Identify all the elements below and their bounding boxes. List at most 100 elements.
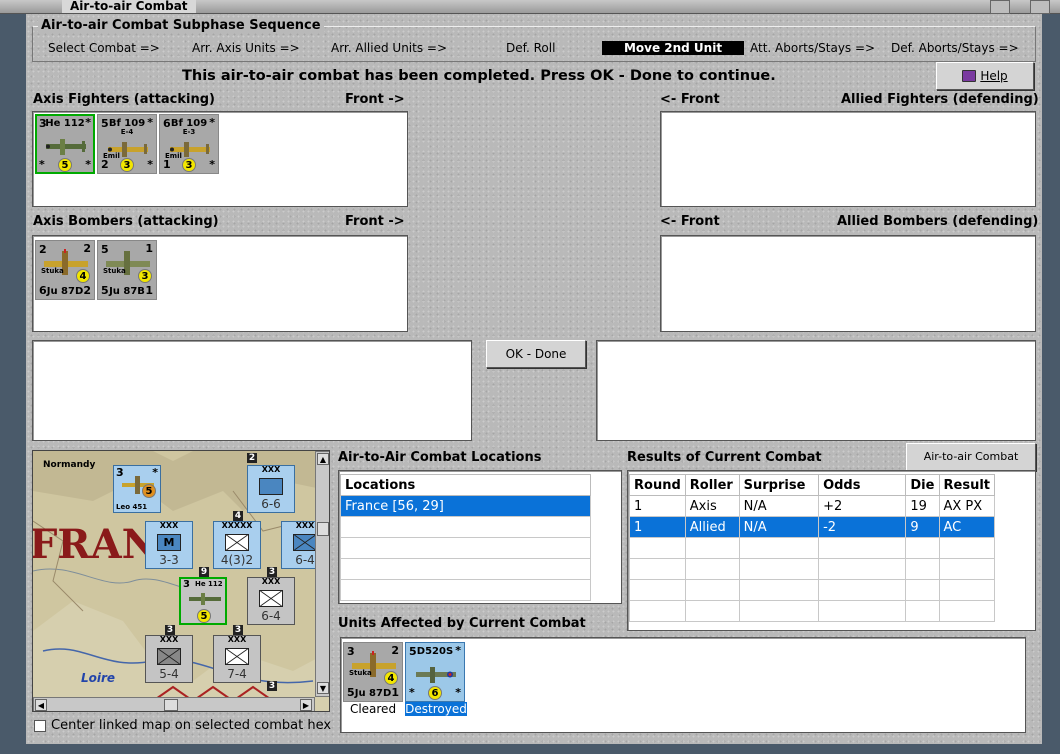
- map-unit-size: XXXXX: [221, 521, 253, 530]
- location-cell: France [56, 29]: [340, 495, 591, 517]
- allied-fighters-front: <- Front: [660, 92, 720, 107]
- location-row-empty[interactable]: [340, 516, 591, 538]
- counter-bf109-e3[interactable]: 6 Bf 109 * E-3 Emil 1 3 *: [159, 114, 219, 174]
- stack-count: 2: [247, 453, 257, 463]
- center-map-checkbox[interactable]: [34, 720, 46, 732]
- seq-step-move-2nd-unit: Move 2nd Unit: [602, 41, 744, 55]
- scroll-down-icon[interactable]: ▼: [317, 682, 329, 694]
- counter-ju87d-br: 2: [83, 284, 91, 297]
- counter-ju87b[interactable]: 5 1 Stuka 3 5 Ju 87B 1: [97, 240, 157, 300]
- map-unit-strength: 6-4: [261, 609, 281, 623]
- map-unit-strength: 5-4: [159, 667, 179, 681]
- help-button-label: Help: [980, 69, 1008, 83]
- stack-count: 3: [165, 625, 175, 635]
- map-unit-size: XXX: [261, 465, 281, 474]
- window: Air-to-air Combat Air-to-air Combat Subp…: [0, 0, 1060, 754]
- close-button[interactable]: [1030, 0, 1050, 14]
- map-unit-georges[interactable]: XXXXX 4(3)2: [213, 521, 261, 569]
- axis-bombers-box[interactable]: 2 2 Stuka 4 6 Ju 87D 2 5 1 Stuka 3 5 Ju …: [32, 235, 408, 332]
- seq-step-arr-axis: Arr. Axis Units =>: [192, 41, 300, 55]
- results-row[interactable]: 1 Allied N/A -2 9 AC: [629, 516, 995, 538]
- cell-result: AX PX: [938, 495, 995, 517]
- col-round: Round: [629, 474, 686, 496]
- map-unit-strength: 4(3)2: [220, 553, 254, 567]
- axis-fighters-box[interactable]: 3 He 112 * * 5 * 5 Bf 109 * E-4 Emil 2 3…: [32, 111, 408, 207]
- affected-counter-ju87d[interactable]: 3 2 Stuka 4 5 Ju 87D 1: [343, 642, 403, 702]
- col-roller: Roller: [684, 474, 740, 496]
- scroll-right-icon[interactable]: ▶: [300, 699, 312, 711]
- counter-bf109-e3-bl: 1: [163, 158, 171, 171]
- map-unit-xiv-mech[interactable]: XXX 6-6: [247, 465, 295, 513]
- location-row[interactable]: France [56, 29]: [340, 495, 591, 517]
- affected-d520s-bl: *: [409, 686, 415, 699]
- counter-bf109-e4[interactable]: 5 Bf 109 * E-4 Emil 2 3 *: [97, 114, 157, 174]
- map-vscroll-thumb[interactable]: [317, 522, 329, 536]
- map-vertical-scrollbar[interactable]: ▲ ▼: [315, 451, 329, 697]
- affected-units-box[interactable]: 3 2 Stuka 4 5 Ju 87D 1 Cleared 5 D520S *…: [340, 637, 1026, 733]
- counter-ju87d-nick: Stuka: [41, 267, 64, 275]
- location-row-empty[interactable]: [340, 537, 591, 559]
- allied-fighters-box[interactable]: [660, 111, 1036, 207]
- map-horizontal-scrollbar[interactable]: ◀ ▶: [33, 697, 315, 711]
- cell-surprise: N/A: [738, 495, 820, 517]
- map-unit-xxxi-inf[interactable]: XXX 5-4: [145, 635, 193, 683]
- counter-bf109-e4-br: *: [147, 158, 153, 171]
- infantry-unit-icon: [225, 534, 249, 551]
- counter-bf109-e3-factor: 3: [182, 158, 196, 172]
- map-unit-xxii-inf[interactable]: XXX 7-4: [213, 635, 261, 683]
- scroll-up-icon[interactable]: ▲: [317, 453, 329, 465]
- sequence-title: Air-to-air Combat Subphase Sequence: [38, 18, 324, 33]
- results-row[interactable]: 1 Axis N/A +2 19 AX PX: [629, 495, 995, 517]
- title-bar[interactable]: Air-to-air Combat: [0, 0, 1060, 14]
- map-unit-size: XXX: [159, 635, 179, 644]
- map-sel-counter-name: He 112: [195, 580, 223, 588]
- combat-chart-button[interactable]: Air-to-air Combat Chart: [906, 443, 1036, 489]
- results-row-empty: [629, 537, 995, 559]
- map-unit-size: XXX: [261, 577, 281, 586]
- help-button[interactable]: Help: [936, 62, 1034, 90]
- affected-ju87d-nick: Stuka: [349, 669, 372, 677]
- map-selected-air-counter[interactable]: 3 He 112 5: [179, 577, 227, 625]
- infantry-unit-icon: [293, 534, 317, 551]
- counter-he112-factor: 5: [58, 158, 72, 172]
- location-row-empty[interactable]: [340, 558, 591, 580]
- map-label-region: Normandy: [43, 460, 96, 470]
- results-row-empty: [629, 579, 995, 601]
- counter-bf109-e4-bl: 2: [101, 158, 109, 171]
- map-sel-counter-factor: 5: [197, 609, 211, 623]
- cell-die: 9: [905, 516, 940, 538]
- infantry-unit-icon: [259, 590, 283, 607]
- results-table[interactable]: Round Roller Surprise Odds Die Result 1 …: [629, 474, 995, 622]
- cell-roller: Allied: [684, 516, 740, 538]
- counter-bf109-e4-factor: 3: [120, 158, 134, 172]
- col-die: Die: [905, 474, 940, 496]
- axis-fighters-front: Front ->: [345, 92, 405, 107]
- locations-header: Locations: [340, 474, 591, 496]
- map-hscroll-thumb[interactable]: [164, 699, 178, 711]
- counter-ju87d[interactable]: 2 2 Stuka 4 6 Ju 87D 2: [35, 240, 95, 300]
- linked-map[interactable]: Normandy FRANC Loire 3 * Leo 451 5 XXX 6…: [32, 450, 330, 712]
- scroll-left-icon[interactable]: ◀: [35, 699, 47, 711]
- col-surprise: Surprise: [738, 474, 820, 496]
- map-air-counter[interactable]: 3 * Leo 451 5: [113, 465, 161, 513]
- map-unit-mech[interactable]: XXX M 3-3: [145, 521, 193, 569]
- allied-bombers-box[interactable]: [660, 235, 1036, 332]
- minimize-button[interactable]: [990, 0, 1010, 14]
- affected-counter-d520s[interactable]: 5 D520S * * 6 *: [405, 642, 465, 702]
- allied-bombers-title: Allied Bombers (defending): [837, 214, 1039, 229]
- counter-he112[interactable]: 3 He 112 * * 5 *: [35, 114, 95, 174]
- map-unit-grey-1[interactable]: XXX 6-4: [247, 577, 295, 625]
- allied-message-box: [596, 340, 1036, 441]
- locations-table[interactable]: Locations France [56, 29]: [340, 474, 591, 601]
- affected-d520s-factor: 6: [428, 686, 442, 700]
- location-row-empty[interactable]: [340, 579, 591, 601]
- infantry-unit-icon: [157, 648, 181, 665]
- counter-ju87b-br: 1: [145, 284, 153, 297]
- axis-fighters-title: Axis Fighters (attacking): [33, 92, 215, 107]
- affected-ju87d-br: 1: [391, 686, 399, 699]
- window-title: Air-to-air Combat: [62, 0, 196, 13]
- affected-status-cleared: Cleared: [349, 702, 397, 716]
- map-unit-strength: 3-3: [159, 553, 179, 567]
- ok-done-button[interactable]: OK - Done: [486, 340, 586, 368]
- results-row-empty: [629, 600, 995, 622]
